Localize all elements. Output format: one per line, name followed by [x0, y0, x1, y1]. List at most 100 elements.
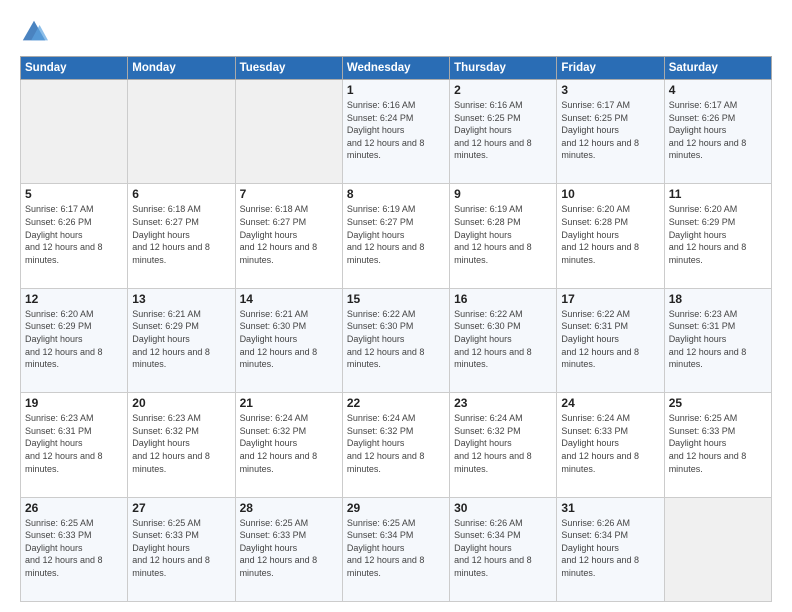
- calendar-table: SundayMondayTuesdayWednesdayThursdayFrid…: [20, 56, 772, 602]
- day-number: 19: [25, 396, 123, 410]
- day-info: Sunrise: 6:23 AM Sunset: 6:32 PM Dayligh…: [132, 412, 230, 475]
- calendar-header: SundayMondayTuesdayWednesdayThursdayFrid…: [21, 57, 772, 80]
- day-number: 5: [25, 187, 123, 201]
- day-number: 20: [132, 396, 230, 410]
- day-cell: 29 Sunrise: 6:25 AM Sunset: 6:34 PM Dayl…: [342, 497, 449, 601]
- day-cell: 4 Sunrise: 6:17 AM Sunset: 6:26 PM Dayli…: [664, 80, 771, 184]
- day-cell: [128, 80, 235, 184]
- day-info: Sunrise: 6:24 AM Sunset: 6:32 PM Dayligh…: [454, 412, 552, 475]
- day-number: 12: [25, 292, 123, 306]
- header-cell-saturday: Saturday: [664, 57, 771, 80]
- day-info: Sunrise: 6:23 AM Sunset: 6:31 PM Dayligh…: [25, 412, 123, 475]
- day-number: 16: [454, 292, 552, 306]
- day-info: Sunrise: 6:17 AM Sunset: 6:25 PM Dayligh…: [561, 99, 659, 162]
- day-number: 30: [454, 501, 552, 515]
- logo: [20, 18, 50, 46]
- day-number: 10: [561, 187, 659, 201]
- day-cell: 14 Sunrise: 6:21 AM Sunset: 6:30 PM Dayl…: [235, 288, 342, 392]
- day-number: 26: [25, 501, 123, 515]
- day-cell: 18 Sunrise: 6:23 AM Sunset: 6:31 PM Dayl…: [664, 288, 771, 392]
- header-cell-monday: Monday: [128, 57, 235, 80]
- day-cell: 24 Sunrise: 6:24 AM Sunset: 6:33 PM Dayl…: [557, 393, 664, 497]
- day-cell: 23 Sunrise: 6:24 AM Sunset: 6:32 PM Dayl…: [450, 393, 557, 497]
- day-number: 14: [240, 292, 338, 306]
- day-cell: 15 Sunrise: 6:22 AM Sunset: 6:30 PM Dayl…: [342, 288, 449, 392]
- day-cell: 10 Sunrise: 6:20 AM Sunset: 6:28 PM Dayl…: [557, 184, 664, 288]
- week-row-5: 26 Sunrise: 6:25 AM Sunset: 6:33 PM Dayl…: [21, 497, 772, 601]
- day-cell: 19 Sunrise: 6:23 AM Sunset: 6:31 PM Dayl…: [21, 393, 128, 497]
- day-number: 8: [347, 187, 445, 201]
- day-cell: 25 Sunrise: 6:25 AM Sunset: 6:33 PM Dayl…: [664, 393, 771, 497]
- day-number: 18: [669, 292, 767, 306]
- day-info: Sunrise: 6:19 AM Sunset: 6:28 PM Dayligh…: [454, 203, 552, 266]
- day-number: 25: [669, 396, 767, 410]
- day-number: 9: [454, 187, 552, 201]
- day-info: Sunrise: 6:17 AM Sunset: 6:26 PM Dayligh…: [25, 203, 123, 266]
- day-cell: 20 Sunrise: 6:23 AM Sunset: 6:32 PM Dayl…: [128, 393, 235, 497]
- day-cell: 6 Sunrise: 6:18 AM Sunset: 6:27 PM Dayli…: [128, 184, 235, 288]
- day-info: Sunrise: 6:16 AM Sunset: 6:25 PM Dayligh…: [454, 99, 552, 162]
- day-number: 4: [669, 83, 767, 97]
- day-info: Sunrise: 6:25 AM Sunset: 6:33 PM Dayligh…: [132, 517, 230, 580]
- day-cell: 22 Sunrise: 6:24 AM Sunset: 6:32 PM Dayl…: [342, 393, 449, 497]
- day-cell: 31 Sunrise: 6:26 AM Sunset: 6:34 PM Dayl…: [557, 497, 664, 601]
- day-number: 27: [132, 501, 230, 515]
- page: SundayMondayTuesdayWednesdayThursdayFrid…: [0, 0, 792, 612]
- day-info: Sunrise: 6:18 AM Sunset: 6:27 PM Dayligh…: [240, 203, 338, 266]
- week-row-2: 5 Sunrise: 6:17 AM Sunset: 6:26 PM Dayli…: [21, 184, 772, 288]
- header-cell-sunday: Sunday: [21, 57, 128, 80]
- day-cell: 8 Sunrise: 6:19 AM Sunset: 6:27 PM Dayli…: [342, 184, 449, 288]
- day-cell: 21 Sunrise: 6:24 AM Sunset: 6:32 PM Dayl…: [235, 393, 342, 497]
- day-number: 6: [132, 187, 230, 201]
- day-cell: 28 Sunrise: 6:25 AM Sunset: 6:33 PM Dayl…: [235, 497, 342, 601]
- day-info: Sunrise: 6:25 AM Sunset: 6:33 PM Dayligh…: [25, 517, 123, 580]
- day-info: Sunrise: 6:22 AM Sunset: 6:30 PM Dayligh…: [454, 308, 552, 371]
- week-row-1: 1 Sunrise: 6:16 AM Sunset: 6:24 PM Dayli…: [21, 80, 772, 184]
- day-number: 13: [132, 292, 230, 306]
- header: [20, 18, 772, 46]
- day-cell: 27 Sunrise: 6:25 AM Sunset: 6:33 PM Dayl…: [128, 497, 235, 601]
- day-info: Sunrise: 6:24 AM Sunset: 6:33 PM Dayligh…: [561, 412, 659, 475]
- day-number: 24: [561, 396, 659, 410]
- day-cell: 9 Sunrise: 6:19 AM Sunset: 6:28 PM Dayli…: [450, 184, 557, 288]
- day-cell: [21, 80, 128, 184]
- day-info: Sunrise: 6:24 AM Sunset: 6:32 PM Dayligh…: [240, 412, 338, 475]
- day-number: 11: [669, 187, 767, 201]
- day-cell: 2 Sunrise: 6:16 AM Sunset: 6:25 PM Dayli…: [450, 80, 557, 184]
- day-cell: 13 Sunrise: 6:21 AM Sunset: 6:29 PM Dayl…: [128, 288, 235, 392]
- logo-icon: [20, 18, 48, 46]
- day-info: Sunrise: 6:20 AM Sunset: 6:29 PM Dayligh…: [25, 308, 123, 371]
- day-info: Sunrise: 6:25 AM Sunset: 6:33 PM Dayligh…: [669, 412, 767, 475]
- day-info: Sunrise: 6:20 AM Sunset: 6:29 PM Dayligh…: [669, 203, 767, 266]
- day-cell: [235, 80, 342, 184]
- day-info: Sunrise: 6:16 AM Sunset: 6:24 PM Dayligh…: [347, 99, 445, 162]
- day-info: Sunrise: 6:21 AM Sunset: 6:30 PM Dayligh…: [240, 308, 338, 371]
- week-row-3: 12 Sunrise: 6:20 AM Sunset: 6:29 PM Dayl…: [21, 288, 772, 392]
- day-info: Sunrise: 6:19 AM Sunset: 6:27 PM Dayligh…: [347, 203, 445, 266]
- day-cell: 3 Sunrise: 6:17 AM Sunset: 6:25 PM Dayli…: [557, 80, 664, 184]
- day-cell: 30 Sunrise: 6:26 AM Sunset: 6:34 PM Dayl…: [450, 497, 557, 601]
- day-info: Sunrise: 6:26 AM Sunset: 6:34 PM Dayligh…: [454, 517, 552, 580]
- day-number: 15: [347, 292, 445, 306]
- header-row: SundayMondayTuesdayWednesdayThursdayFrid…: [21, 57, 772, 80]
- day-number: 29: [347, 501, 445, 515]
- day-number: 1: [347, 83, 445, 97]
- day-cell: 16 Sunrise: 6:22 AM Sunset: 6:30 PM Dayl…: [450, 288, 557, 392]
- header-cell-wednesday: Wednesday: [342, 57, 449, 80]
- day-cell: 5 Sunrise: 6:17 AM Sunset: 6:26 PM Dayli…: [21, 184, 128, 288]
- day-info: Sunrise: 6:25 AM Sunset: 6:33 PM Dayligh…: [240, 517, 338, 580]
- day-info: Sunrise: 6:25 AM Sunset: 6:34 PM Dayligh…: [347, 517, 445, 580]
- day-info: Sunrise: 6:22 AM Sunset: 6:31 PM Dayligh…: [561, 308, 659, 371]
- day-number: 28: [240, 501, 338, 515]
- day-info: Sunrise: 6:26 AM Sunset: 6:34 PM Dayligh…: [561, 517, 659, 580]
- day-info: Sunrise: 6:21 AM Sunset: 6:29 PM Dayligh…: [132, 308, 230, 371]
- day-cell: [664, 497, 771, 601]
- day-info: Sunrise: 6:18 AM Sunset: 6:27 PM Dayligh…: [132, 203, 230, 266]
- day-cell: 17 Sunrise: 6:22 AM Sunset: 6:31 PM Dayl…: [557, 288, 664, 392]
- day-number: 7: [240, 187, 338, 201]
- day-cell: 12 Sunrise: 6:20 AM Sunset: 6:29 PM Dayl…: [21, 288, 128, 392]
- day-info: Sunrise: 6:23 AM Sunset: 6:31 PM Dayligh…: [669, 308, 767, 371]
- day-cell: 7 Sunrise: 6:18 AM Sunset: 6:27 PM Dayli…: [235, 184, 342, 288]
- header-cell-friday: Friday: [557, 57, 664, 80]
- week-row-4: 19 Sunrise: 6:23 AM Sunset: 6:31 PM Dayl…: [21, 393, 772, 497]
